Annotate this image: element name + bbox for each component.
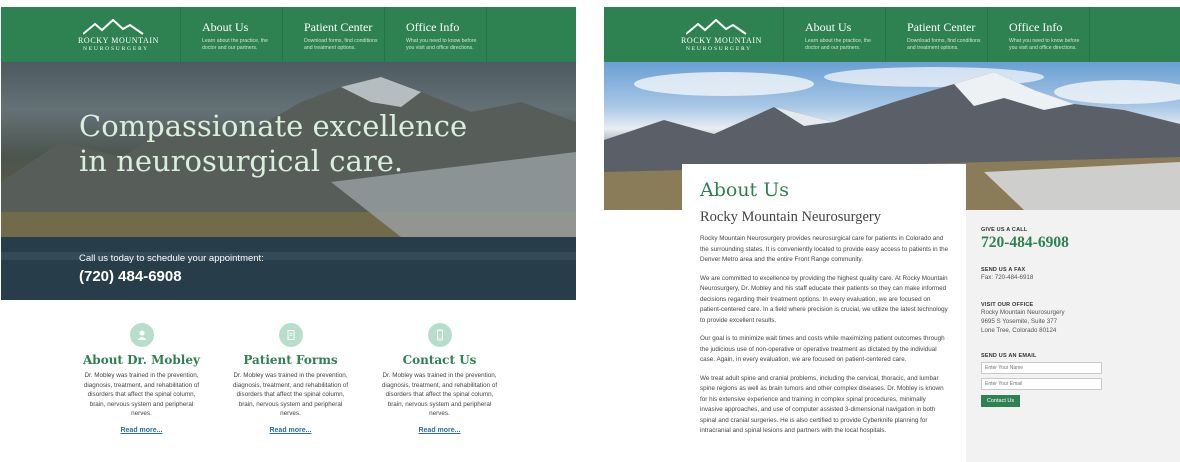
nav-about-us-title: About Us bbox=[805, 20, 852, 34]
feature-desc: Dr. Mobley was trained in the prevention… bbox=[83, 372, 200, 417]
hero-banner: Compassionate excellence in neurosurgica… bbox=[1, 62, 576, 300]
nav-office-info-desc: What you need to know before you visit a… bbox=[406, 38, 477, 51]
call-heading: GIVE US A CALL bbox=[981, 227, 1028, 233]
feature-contact-us: Contact Us Dr. Mobley was trained in the… bbox=[377, 323, 502, 437]
site-header: ROCKY MOUNTAIN NEUROSURGERY About Us Lea… bbox=[1, 7, 576, 62]
nav-patient-center-desc: Download forms, find conditions and trea… bbox=[304, 38, 378, 51]
mountain-logo-icon bbox=[686, 19, 747, 35]
feature-title: Contact Us bbox=[402, 353, 477, 367]
sidebar-phone[interactable]: 720-484-6908 bbox=[981, 234, 1180, 252]
logo-name-line1: ROCKY MOUNTAIN bbox=[78, 36, 160, 45]
email-heading: SEND US AN EMAIL bbox=[981, 353, 1037, 359]
logo-name-line2: NEUROSURGERY bbox=[83, 46, 149, 52]
nav-office-info-desc: What you need to know before you visit a… bbox=[1009, 38, 1080, 51]
nav-office-info-title: Office Info bbox=[406, 20, 460, 34]
feature-desc: Dr. Mobley was trained in the prevention… bbox=[381, 372, 498, 417]
read-more-link[interactable]: Read more... bbox=[269, 427, 311, 434]
about-content-card: About Us Rocky Mountain Neurosurgery Roc… bbox=[682, 164, 966, 462]
site-logo[interactable]: ROCKY MOUNTAIN NEUROSURGERY bbox=[604, 7, 784, 62]
person-icon bbox=[129, 323, 154, 347]
nav-patient-center[interactable]: Patient Center Download forms, find cond… bbox=[283, 7, 385, 62]
nav-office-info[interactable]: Office Info What you need to know before… bbox=[988, 7, 1090, 62]
phone-icon bbox=[427, 323, 452, 347]
nav-about-us-desc: Learn about the practice, the doctor and… bbox=[202, 38, 269, 51]
read-more-link[interactable]: Read more... bbox=[418, 427, 460, 434]
nav-about-us[interactable]: About Us Learn about the practice, the d… bbox=[784, 7, 886, 62]
read-more-link[interactable]: Read more... bbox=[120, 427, 162, 434]
feature-patient-forms: Patient Forms Dr. Mobley was trained in … bbox=[228, 323, 353, 437]
hero-phone[interactable]: (720) 484-6908 bbox=[79, 268, 182, 285]
nav-about-us[interactable]: About Us Learn about the practice, the d… bbox=[181, 7, 283, 62]
office-address-line: 9695 S Yosemite, Suite 377 bbox=[981, 318, 1058, 325]
email-input[interactable] bbox=[981, 378, 1102, 390]
site-header: ROCKY MOUNTAIN NEUROSURGERY About Us Lea… bbox=[604, 7, 1180, 62]
logo-name-line2: NEUROSURGERY bbox=[686, 46, 752, 52]
contact-sidebar: GIVE US A CALL 720-484-6908 SEND US A FA… bbox=[966, 210, 1180, 462]
hero-overlay bbox=[1, 62, 576, 300]
hero-cta-text: Call us today to schedule your appointme… bbox=[79, 253, 264, 264]
feature-about-dr-mobley: About Dr. Mobley Dr. Mobley was trained … bbox=[79, 323, 204, 437]
home-page-screenshot: ROCKY MOUNTAIN NEUROSURGERY About Us Lea… bbox=[1, 7, 576, 462]
page-subtitle: Rocky Mountain Neurosurgery bbox=[700, 209, 881, 225]
nav-office-info[interactable]: Office Info What you need to know before… bbox=[385, 7, 487, 62]
feature-desc: Dr. Mobley was trained in the prevention… bbox=[232, 372, 349, 417]
name-input[interactable] bbox=[981, 362, 1102, 374]
about-paragraph: We are committed to excellence by provid… bbox=[700, 274, 948, 324]
about-paragraph: Our goal is to minimize wait times and c… bbox=[700, 335, 945, 363]
nav-patient-center-desc: Download forms, find conditions and trea… bbox=[907, 38, 981, 51]
logo-name-line1: ROCKY MOUNTAIN bbox=[681, 36, 763, 45]
nav-about-us-title: About Us bbox=[202, 20, 249, 34]
nav-office-info-title: Office Info bbox=[1009, 20, 1063, 34]
feature-title: About Dr. Mobley bbox=[83, 353, 200, 367]
office-address-line: Rocky Mountain Neurosurgery bbox=[981, 309, 1065, 316]
about-page-screenshot: ROCKY MOUNTAIN NEUROSURGERY About Us Lea… bbox=[604, 7, 1180, 462]
document-icon bbox=[278, 323, 303, 347]
feature-title: Patient Forms bbox=[243, 353, 338, 367]
mountain-logo-icon bbox=[83, 19, 144, 35]
site-logo[interactable]: ROCKY MOUNTAIN NEUROSURGERY bbox=[1, 7, 181, 62]
page-title: About Us bbox=[700, 179, 789, 201]
about-paragraph: We treat adult spine and cranial problem… bbox=[700, 374, 944, 435]
about-paragraph: Rocky Mountain Neurosurgery provides neu… bbox=[700, 235, 949, 263]
hero-title: Compassionate excellence in neurosurgica… bbox=[79, 109, 468, 178]
contact-us-button[interactable]: Contact Us bbox=[981, 395, 1020, 407]
fax-number: Fax: 720-484-6918 bbox=[981, 274, 1034, 281]
nav-about-us-desc: Learn about the practice, the doctor and… bbox=[805, 38, 872, 51]
nav-patient-center-title: Patient Center bbox=[907, 20, 976, 34]
nav-patient-center[interactable]: Patient Center Download forms, find cond… bbox=[886, 7, 988, 62]
office-address-line: Lone Tree, Colorado 80124 bbox=[981, 327, 1057, 334]
nav-patient-center-title: Patient Center bbox=[304, 20, 373, 34]
